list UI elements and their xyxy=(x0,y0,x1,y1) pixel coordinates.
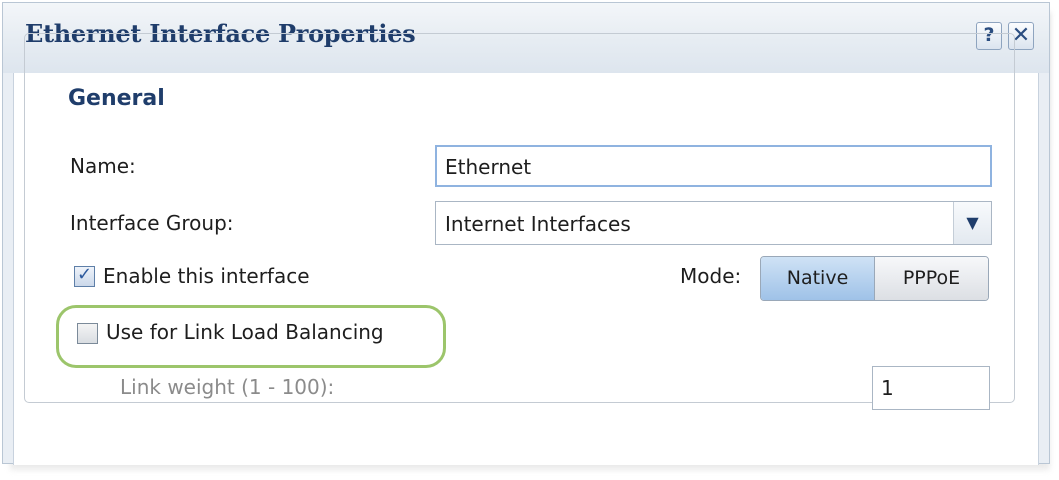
link-weight-label: Link weight (1 - 100): xyxy=(120,375,335,399)
enable-interface-checkbox[interactable]: ✓ xyxy=(74,264,95,287)
name-label: Name: xyxy=(70,154,136,178)
mode-pppoe-button[interactable]: PPPoE xyxy=(875,257,988,300)
enable-interface-label[interactable]: Enable this interface xyxy=(103,264,310,288)
interface-group-label: Interface Group: xyxy=(70,211,234,235)
general-legend: General xyxy=(64,86,169,111)
link-load-balancing-label[interactable]: Use for Link Load Balancing xyxy=(106,320,384,344)
link-weight-input[interactable]: 1 xyxy=(872,366,990,410)
mode-segmented-control: Native PPPoE xyxy=(760,256,989,301)
mode-native-button[interactable]: Native xyxy=(761,257,875,300)
interface-group-select[interactable]: Internet Interfaces ▼ xyxy=(435,201,992,245)
checkmark-icon: ✓ xyxy=(77,264,93,285)
chevron-down-icon[interactable]: ▼ xyxy=(953,202,991,244)
interface-group-value: Internet Interfaces xyxy=(445,212,631,236)
link-load-balancing-checkbox[interactable] xyxy=(77,323,98,344)
name-input[interactable]: Ethernet xyxy=(435,145,992,187)
mode-label: Mode: xyxy=(680,264,742,288)
